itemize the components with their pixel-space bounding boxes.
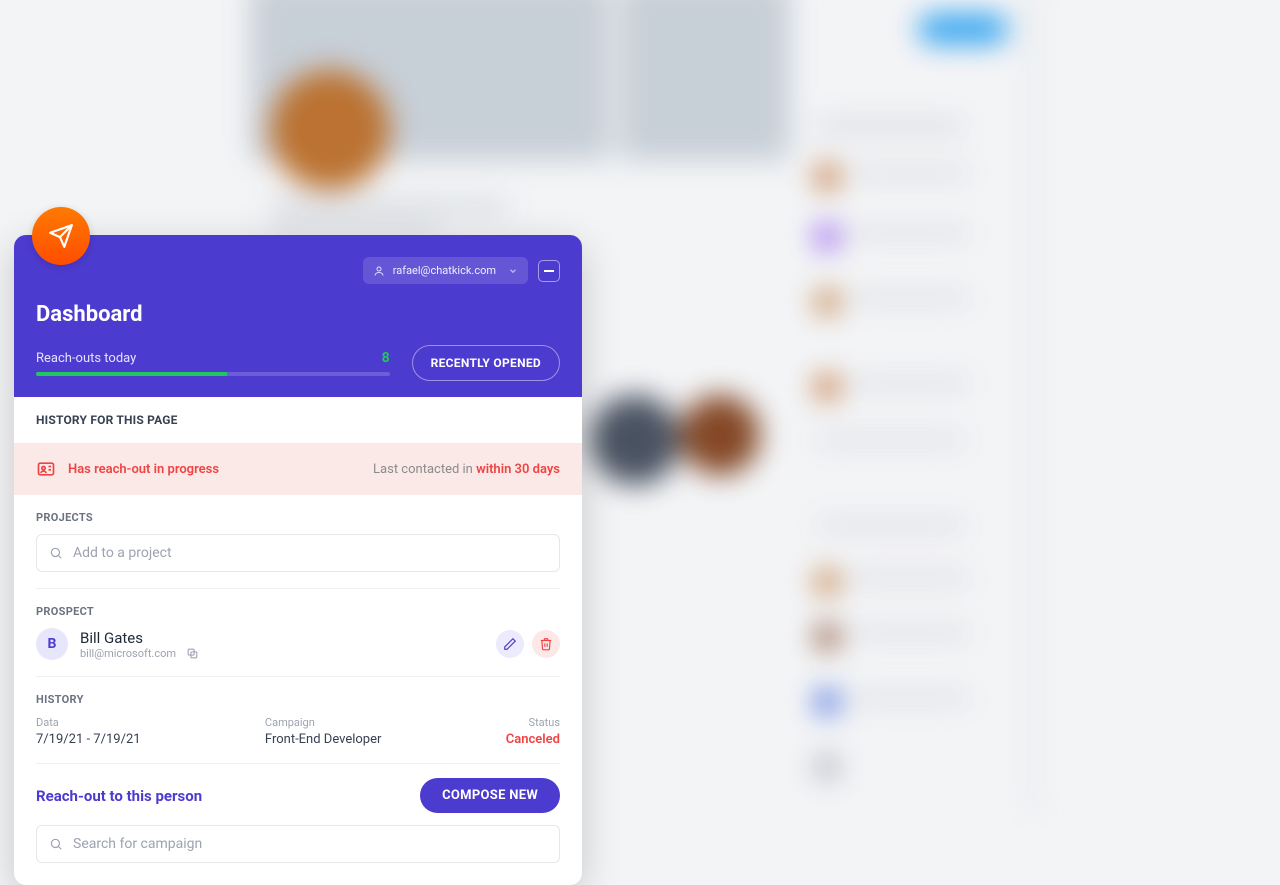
user-icon (373, 265, 385, 277)
history-data-col: Data 7/19/21 - 7/19/21 (36, 716, 141, 747)
campaign-search[interactable] (36, 825, 560, 863)
divider (36, 676, 560, 677)
edit-prospect-button[interactable] (496, 630, 524, 658)
history-campaign-col: Campaign Front-End Developer (265, 716, 382, 747)
search-icon (49, 546, 63, 560)
delete-prospect-button[interactable] (532, 630, 560, 658)
alert-message: Has reach-out in progress (68, 462, 219, 477)
recently-opened-button[interactable]: RECENTLY OPENED (412, 345, 560, 381)
user-switcher[interactable]: rafael@chatkick.com (363, 257, 528, 284)
reachouts-label: Reach-outs today (36, 351, 136, 366)
panel-header: rafael@chatkick.com Dashboard Reach-outs… (14, 235, 582, 397)
projects-label: PROJECTS (36, 511, 560, 524)
extension-panel: rafael@chatkick.com Dashboard Reach-outs… (14, 235, 582, 885)
alert-last-contacted: Last contacted in within 30 days (373, 462, 560, 477)
dashboard-title: Dashboard (36, 302, 560, 327)
history-label: HISTORY (36, 693, 560, 706)
app-fab-icon[interactable] (32, 207, 90, 265)
prospect-label: PROSPECT (36, 605, 560, 618)
reachouts-metric: Reach-outs today 8 (36, 350, 390, 376)
campaign-search-input[interactable] (73, 836, 547, 852)
contact-card-icon (36, 459, 56, 479)
chevron-down-icon (508, 266, 518, 276)
prospect-name: Bill Gates (80, 629, 199, 647)
prospect-email: bill@microsoft.com (80, 647, 176, 660)
pencil-icon (503, 637, 517, 651)
reachout-alert: Has reach-out in progress Last contacted… (14, 443, 582, 495)
history-status-col: Status Canceled (506, 716, 560, 747)
reachouts-progress (36, 372, 390, 376)
history-section-title: HISTORY FOR THIS PAGE (36, 413, 560, 427)
project-search[interactable] (36, 534, 560, 572)
reachouts-count: 8 (382, 350, 390, 366)
search-icon (49, 837, 63, 851)
minimize-button[interactable] (538, 260, 560, 282)
compose-new-button[interactable]: COMPOSE NEW (420, 778, 560, 813)
project-search-input[interactable] (73, 545, 547, 561)
paper-plane-icon (48, 223, 74, 249)
reachout-section-title: Reach-out to this person (36, 787, 202, 805)
copy-icon[interactable] (186, 647, 199, 660)
user-email: rafael@chatkick.com (393, 264, 496, 277)
prospect-avatar: B (36, 628, 68, 660)
trash-icon (539, 637, 553, 651)
